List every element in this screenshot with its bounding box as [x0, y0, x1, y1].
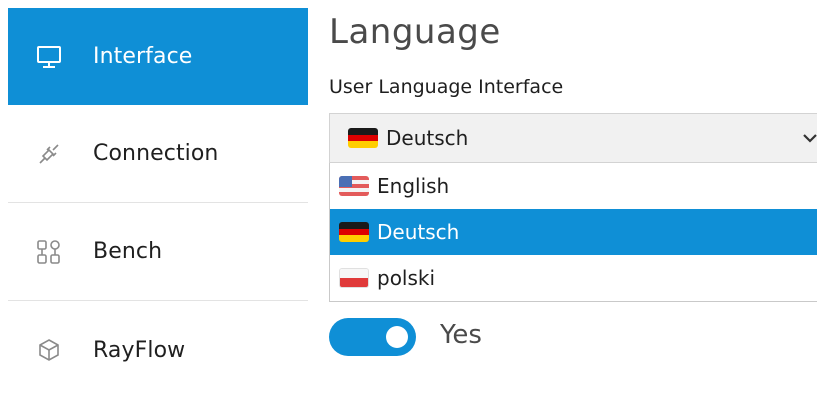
monitor-icon [36, 44, 62, 70]
language-dropdown-list: English Deutsch polski [329, 163, 817, 302]
language-field-label: User Language Interface [329, 76, 564, 98]
sidebar-item-label: Connection [93, 141, 219, 166]
toggle-knob [386, 326, 408, 348]
german-flag-icon [348, 128, 378, 148]
german-flag-icon [339, 222, 369, 242]
language-option-english[interactable]: English [330, 163, 817, 209]
language-option-polski[interactable]: polski [330, 255, 817, 301]
language-select[interactable]: Deutsch [329, 113, 817, 163]
sidebar-item-bench[interactable]: Bench [8, 203, 308, 301]
option-label: Deutsch [377, 220, 460, 244]
chevron-down-icon [803, 134, 817, 143]
sidebar-item-interface[interactable]: Interface [8, 8, 308, 105]
language-option-deutsch[interactable]: Deutsch [330, 209, 817, 255]
sidebar-item-label: Bench [93, 239, 163, 264]
plug-icon [36, 141, 62, 167]
page-title: Language [329, 12, 501, 52]
sidebar-item-connection[interactable]: Connection [8, 105, 308, 203]
polish-flag-icon [339, 268, 369, 288]
sidebar-item-label: RayFlow [93, 337, 186, 363]
sidebar: Interface Connection Bench RayFlow [8, 8, 308, 399]
yes-toggle[interactable] [329, 318, 416, 356]
bench-icon [36, 239, 62, 265]
language-select-value: Deutsch [386, 126, 469, 150]
us-flag-icon [339, 176, 369, 196]
toggle-label: Yes [440, 320, 482, 350]
cube-icon [36, 337, 62, 363]
sidebar-item-rayflow[interactable]: RayFlow [8, 301, 308, 399]
option-label: polski [377, 266, 436, 290]
option-label: English [377, 174, 450, 198]
sidebar-item-label: Interface [93, 44, 193, 69]
